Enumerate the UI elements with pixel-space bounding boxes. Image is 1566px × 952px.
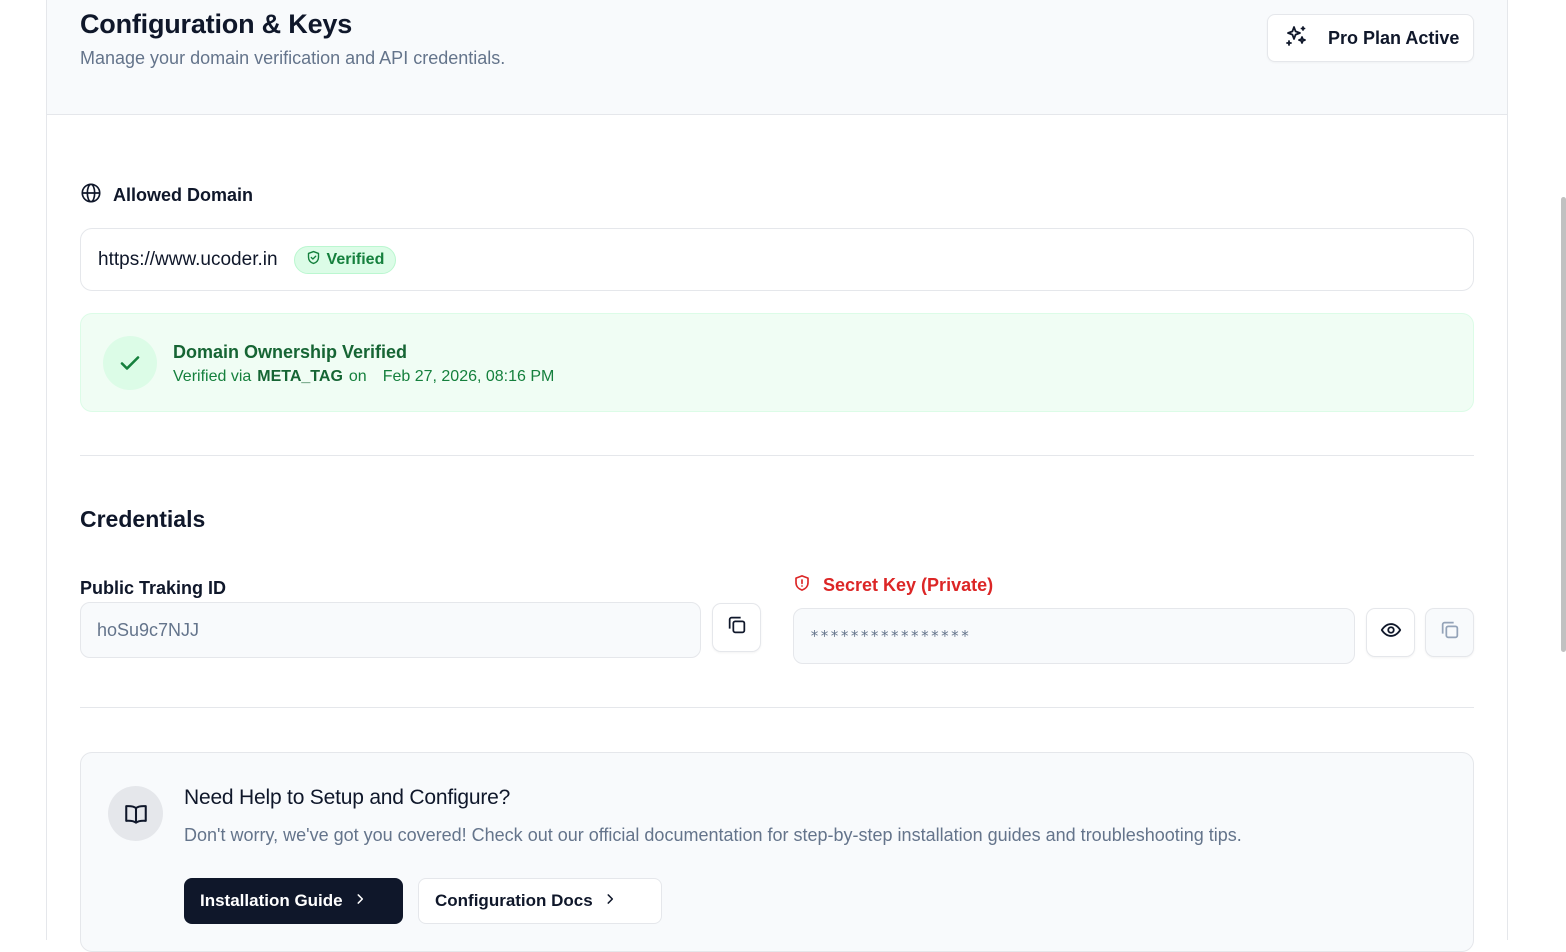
public-id-field[interactable]: hoSu9c7NJJ [80, 602, 701, 658]
copy-icon [1439, 619, 1461, 646]
section-divider [80, 707, 1474, 708]
on-word: on [348, 368, 367, 385]
installation-guide-button[interactable]: Installation Guide [184, 878, 403, 924]
configuration-docs-label: Configuration Docs [435, 891, 593, 910]
ownership-title: Domain Ownership Verified [173, 342, 408, 362]
allowed-domain-label: Allowed Domain [113, 185, 254, 205]
verified-badge: Verified [293, 245, 397, 274]
verification-date: Feb 27, 2026, 08:16 PM [382, 368, 555, 385]
chevron-right-icon [603, 891, 617, 911]
verified-via-prefix: Verified via [173, 368, 252, 385]
book-open-icon [108, 786, 163, 841]
allowed-domain-heading: Allowed Domain [80, 182, 253, 209]
secret-key-label: Secret Key (Private) [823, 575, 994, 595]
sparkles-icon [1284, 24, 1308, 53]
ownership-details: Verified via META_TAG on Feb 27, 2026, 0… [173, 368, 554, 386]
public-id-value: hoSu9c7NJJ [97, 619, 200, 640]
configuration-docs-button[interactable]: Configuration Docs [418, 878, 662, 924]
globe-icon [80, 182, 102, 209]
plan-badge-label: Pro Plan Active [1328, 27, 1460, 48]
help-panel: Need Help to Setup and Configure? Don't … [80, 752, 1474, 952]
page-subtitle: Manage your domain verification and API … [80, 48, 506, 68]
secret-key-value: **************** [810, 627, 971, 645]
installation-guide-label: Installation Guide [200, 891, 343, 910]
secret-key-heading: Secret Key (Private) [793, 574, 993, 597]
plan-badge[interactable]: Pro Plan Active [1267, 14, 1474, 62]
page-scrollbar[interactable] [1561, 197, 1566, 652]
eye-icon [1380, 619, 1402, 646]
reveal-secret-button[interactable] [1366, 608, 1415, 657]
copy-public-id-button[interactable] [712, 603, 761, 652]
verified-badge-label: Verified [326, 250, 385, 268]
copy-icon [726, 614, 748, 641]
copy-secret-button[interactable] [1425, 608, 1474, 657]
help-description: Don't worry, we've got you covered! Chec… [184, 825, 1242, 845]
public-id-label: Public Traking ID [80, 578, 227, 598]
domain-url: https://www.ucoder.in [98, 248, 278, 270]
help-title: Need Help to Setup and Configure? [184, 786, 511, 809]
shield-alert-icon [793, 574, 811, 597]
secret-key-field[interactable]: **************** [793, 608, 1355, 664]
shield-check-icon [306, 250, 321, 270]
domain-field: https://www.ucoder.in Verified [80, 228, 1474, 291]
chevron-right-icon [353, 891, 367, 911]
verification-method: META_TAG [257, 368, 343, 385]
ownership-verified-panel: Domain Ownership Verified Verified via M… [80, 313, 1474, 412]
page-title: Configuration & Keys [80, 9, 353, 39]
card-header: Configuration & Keys Manage your domain … [47, 0, 1507, 115]
section-divider [80, 455, 1474, 456]
credentials-heading: Credentials [80, 506, 206, 532]
check-icon [103, 336, 157, 390]
